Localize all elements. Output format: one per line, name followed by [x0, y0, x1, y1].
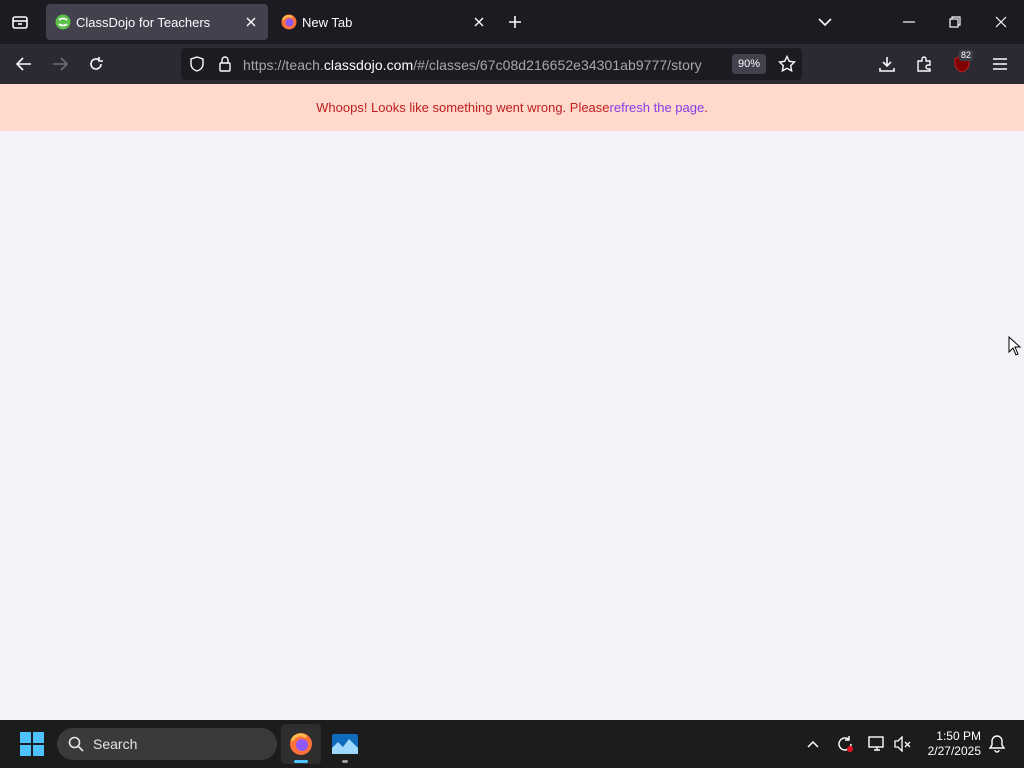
zoom-indicator[interactable]: 90% — [732, 54, 766, 74]
mouse-cursor-icon — [1008, 335, 1022, 356]
error-message: Whoops! Looks like something went wrong.… — [316, 100, 610, 115]
download-icon[interactable] — [875, 52, 899, 76]
list-all-tabs-icon[interactable] — [8, 10, 32, 34]
network-icon[interactable] — [865, 732, 889, 756]
tab-strip: ClassDojo for Teachers New Tab — [0, 0, 1024, 44]
error-message-suffix: . — [704, 100, 708, 115]
running-app-indicator — [342, 760, 348, 763]
back-icon[interactable] — [12, 52, 36, 76]
tab-new-tab[interactable]: New Tab — [272, 4, 496, 40]
page-content — [0, 131, 1024, 720]
tab-title: New Tab — [302, 15, 353, 30]
extension-badge: 82 — [959, 50, 974, 61]
search-icon — [67, 735, 85, 753]
shield-icon[interactable] — [187, 54, 207, 74]
menu-icon[interactable] — [988, 52, 1012, 76]
search-placeholder: Search — [93, 736, 138, 752]
system-clock[interactable]: 1:50 PM 2/27/2025 — [928, 729, 981, 759]
url-text[interactable]: https://teach.classdojo.com/#/classes/67… — [243, 57, 702, 73]
close-tab-icon[interactable] — [242, 13, 260, 31]
active-app-indicator — [294, 760, 308, 763]
bookmark-star-icon[interactable] — [775, 52, 799, 76]
ublock-extension-icon[interactable]: 82 — [950, 50, 974, 76]
close-tab-icon[interactable] — [470, 13, 488, 31]
chevron-up-icon[interactable] — [801, 732, 825, 756]
reload-icon[interactable] — [84, 52, 108, 76]
windows-start-icon[interactable] — [20, 732, 44, 756]
error-banner: Whoops! Looks like something went wrong.… — [0, 84, 1024, 131]
tab-classdojo[interactable]: ClassDojo for Teachers — [46, 4, 268, 40]
restore-icon[interactable] — [943, 10, 967, 34]
windows-taskbar: Search 1:50 PM 2/27/2025 — [0, 720, 1024, 768]
volume-muted-icon[interactable] — [891, 732, 915, 756]
chevron-down-icon[interactable] — [813, 10, 837, 34]
minimize-icon[interactable] — [897, 10, 921, 34]
close-window-icon[interactable] — [989, 10, 1013, 34]
clock-date: 2/27/2025 — [927, 744, 981, 758]
refresh-page-link[interactable]: refresh the page — [610, 100, 705, 115]
taskbar-search[interactable]: Search — [57, 728, 277, 760]
clock-time: 1:50 PM — [936, 729, 981, 743]
firefox-icon — [281, 14, 297, 30]
extensions-icon[interactable] — [912, 52, 936, 76]
address-bar[interactable]: https://teach.classdojo.com/#/classes/67… — [181, 48, 802, 80]
notification-bell-icon[interactable] — [985, 732, 1009, 756]
classdojo-icon — [55, 14, 71, 30]
lock-icon[interactable] — [215, 54, 235, 74]
new-tab-plus-icon[interactable] — [503, 10, 527, 34]
tab-title: ClassDojo for Teachers — [76, 15, 211, 30]
app-taskbar-icon[interactable] — [325, 724, 365, 764]
navigation-toolbar: https://teach.classdojo.com/#/classes/67… — [0, 44, 1024, 84]
forward-icon[interactable] — [48, 52, 72, 76]
sync-icon[interactable] — [833, 732, 857, 756]
firefox-taskbar-icon[interactable] — [281, 724, 321, 764]
